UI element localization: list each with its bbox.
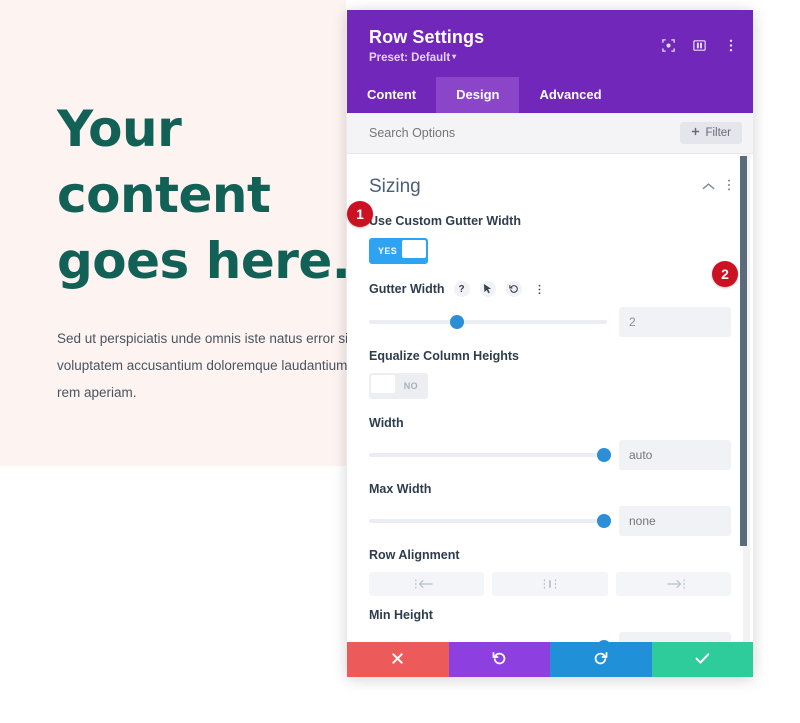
field-label: Min Height	[369, 608, 433, 622]
hero-section: Your content goes here. Sed ut perspicia…	[0, 0, 352, 466]
field-label: Width	[369, 416, 404, 430]
search-input[interactable]	[369, 126, 681, 140]
tab-content[interactable]: Content	[347, 77, 436, 113]
min-height-value-input[interactable]	[619, 632, 731, 642]
toggle-state-label: YES	[378, 246, 398, 256]
field-label: Equalize Column Heights	[369, 349, 520, 363]
search-bar: Filter	[347, 113, 753, 154]
filter-button-label: Filter	[705, 127, 731, 139]
field-label: Use Custom Gutter Width	[369, 214, 521, 228]
width-slider-row	[369, 440, 731, 470]
callout-badge-1: 1	[347, 201, 373, 227]
undo-button[interactable]	[448, 642, 550, 677]
field-max-width: Max Width	[369, 470, 731, 536]
undo-icon	[492, 651, 507, 669]
width-slider[interactable]	[369, 448, 612, 462]
row-settings-modal: Row Settings Preset: Default ▾ Content D…	[347, 10, 753, 677]
max-width-slider[interactable]	[369, 514, 612, 528]
vertical-dots-icon[interactable]	[532, 281, 548, 297]
min-height-slider-row	[369, 632, 731, 642]
cursor-pointer-icon[interactable]	[479, 281, 496, 297]
check-icon	[695, 652, 710, 668]
modal-header: Row Settings Preset: Default ▾	[347, 10, 753, 77]
settings-scroll-area: Sizing Use Custom Gutter Width YES Gutte…	[347, 154, 753, 642]
field-label-text: Gutter Width	[369, 282, 445, 296]
slider-handle[interactable]	[597, 640, 612, 642]
hero-paragraph: Sed ut perspiciatis unde omnis iste natu…	[57, 331, 352, 400]
field-use-custom-gutter-width: Use Custom Gutter Width YES	[369, 202, 731, 269]
gutter-width-slider[interactable]	[369, 315, 607, 329]
sizing-section-header[interactable]: Sizing	[369, 154, 731, 202]
min-height-slider[interactable]	[369, 640, 612, 642]
filter-button[interactable]: Filter	[680, 122, 742, 144]
vertical-dots-icon[interactable]	[722, 37, 739, 54]
slider-handle[interactable]	[449, 315, 464, 329]
modal-tab-bar: Content Design Advanced	[347, 77, 753, 113]
field-gutter-width: Gutter Width ?	[369, 269, 731, 337]
slider-track	[369, 519, 607, 523]
sizing-section-title: Sizing	[369, 176, 421, 197]
cancel-button[interactable]	[347, 642, 449, 677]
header-icon-group	[660, 37, 739, 54]
callout-badge-2: 2	[712, 261, 738, 287]
toggle-knob	[371, 375, 395, 393]
chevron-down-icon: ▾	[452, 52, 457, 61]
field-label: Gutter Width ?	[369, 281, 731, 297]
equalize-column-heights-toggle[interactable]: NO	[369, 373, 428, 399]
slider-track	[369, 320, 607, 324]
gutter-width-icon-group: ?	[453, 281, 548, 297]
close-icon	[391, 652, 404, 668]
preset-label: Preset: Default	[369, 52, 451, 64]
vertical-dots-icon[interactable]	[727, 178, 731, 197]
tab-advanced[interactable]: Advanced	[519, 77, 621, 113]
focus-target-icon[interactable]	[660, 37, 677, 54]
plus-icon	[691, 127, 700, 139]
page-title: Your content goes here.	[57, 100, 351, 290]
tab-design[interactable]: Design	[436, 77, 520, 113]
save-button[interactable]	[651, 642, 753, 677]
scrollbar-track[interactable]	[740, 154, 750, 642]
help-icon[interactable]: ?	[453, 281, 470, 297]
row-alignment-button-group	[369, 572, 731, 596]
gutter-width-value-input[interactable]	[619, 307, 731, 337]
hero-text-block: Your content goes here.	[57, 96, 387, 294]
max-width-slider-row	[369, 506, 731, 536]
field-width: Width	[369, 404, 731, 470]
redo-icon	[593, 651, 608, 669]
scrollbar-thumb[interactable]	[740, 156, 747, 546]
align-right-icon[interactable]	[615, 572, 731, 596]
custom-gutter-width-toggle[interactable]: YES	[369, 238, 428, 264]
toggle-state-label: NO	[403, 381, 418, 391]
sizing-section-controls	[702, 178, 731, 197]
field-equalize-column-heights: Equalize Column Heights NO	[369, 337, 731, 404]
slider-handle[interactable]	[597, 448, 612, 462]
max-width-value-input[interactable]	[619, 506, 731, 536]
field-min-height: Min Height	[369, 596, 731, 642]
layout-columns-icon[interactable]	[691, 37, 708, 54]
align-left-icon[interactable]	[369, 572, 485, 596]
chevron-up-icon[interactable]	[702, 178, 715, 196]
modal-footer	[347, 642, 753, 677]
slider-handle[interactable]	[597, 514, 612, 528]
align-center-icon[interactable]	[492, 572, 608, 596]
gutter-width-slider-row	[369, 307, 731, 337]
reset-icon[interactable]	[505, 281, 522, 297]
redo-button[interactable]	[550, 642, 652, 677]
slider-track	[369, 453, 607, 457]
field-row-alignment: Row Alignment	[369, 536, 731, 596]
field-label: Max Width	[369, 482, 432, 496]
width-value-input[interactable]	[619, 440, 731, 470]
toggle-knob	[402, 240, 426, 258]
field-label: Row Alignment	[369, 548, 460, 562]
